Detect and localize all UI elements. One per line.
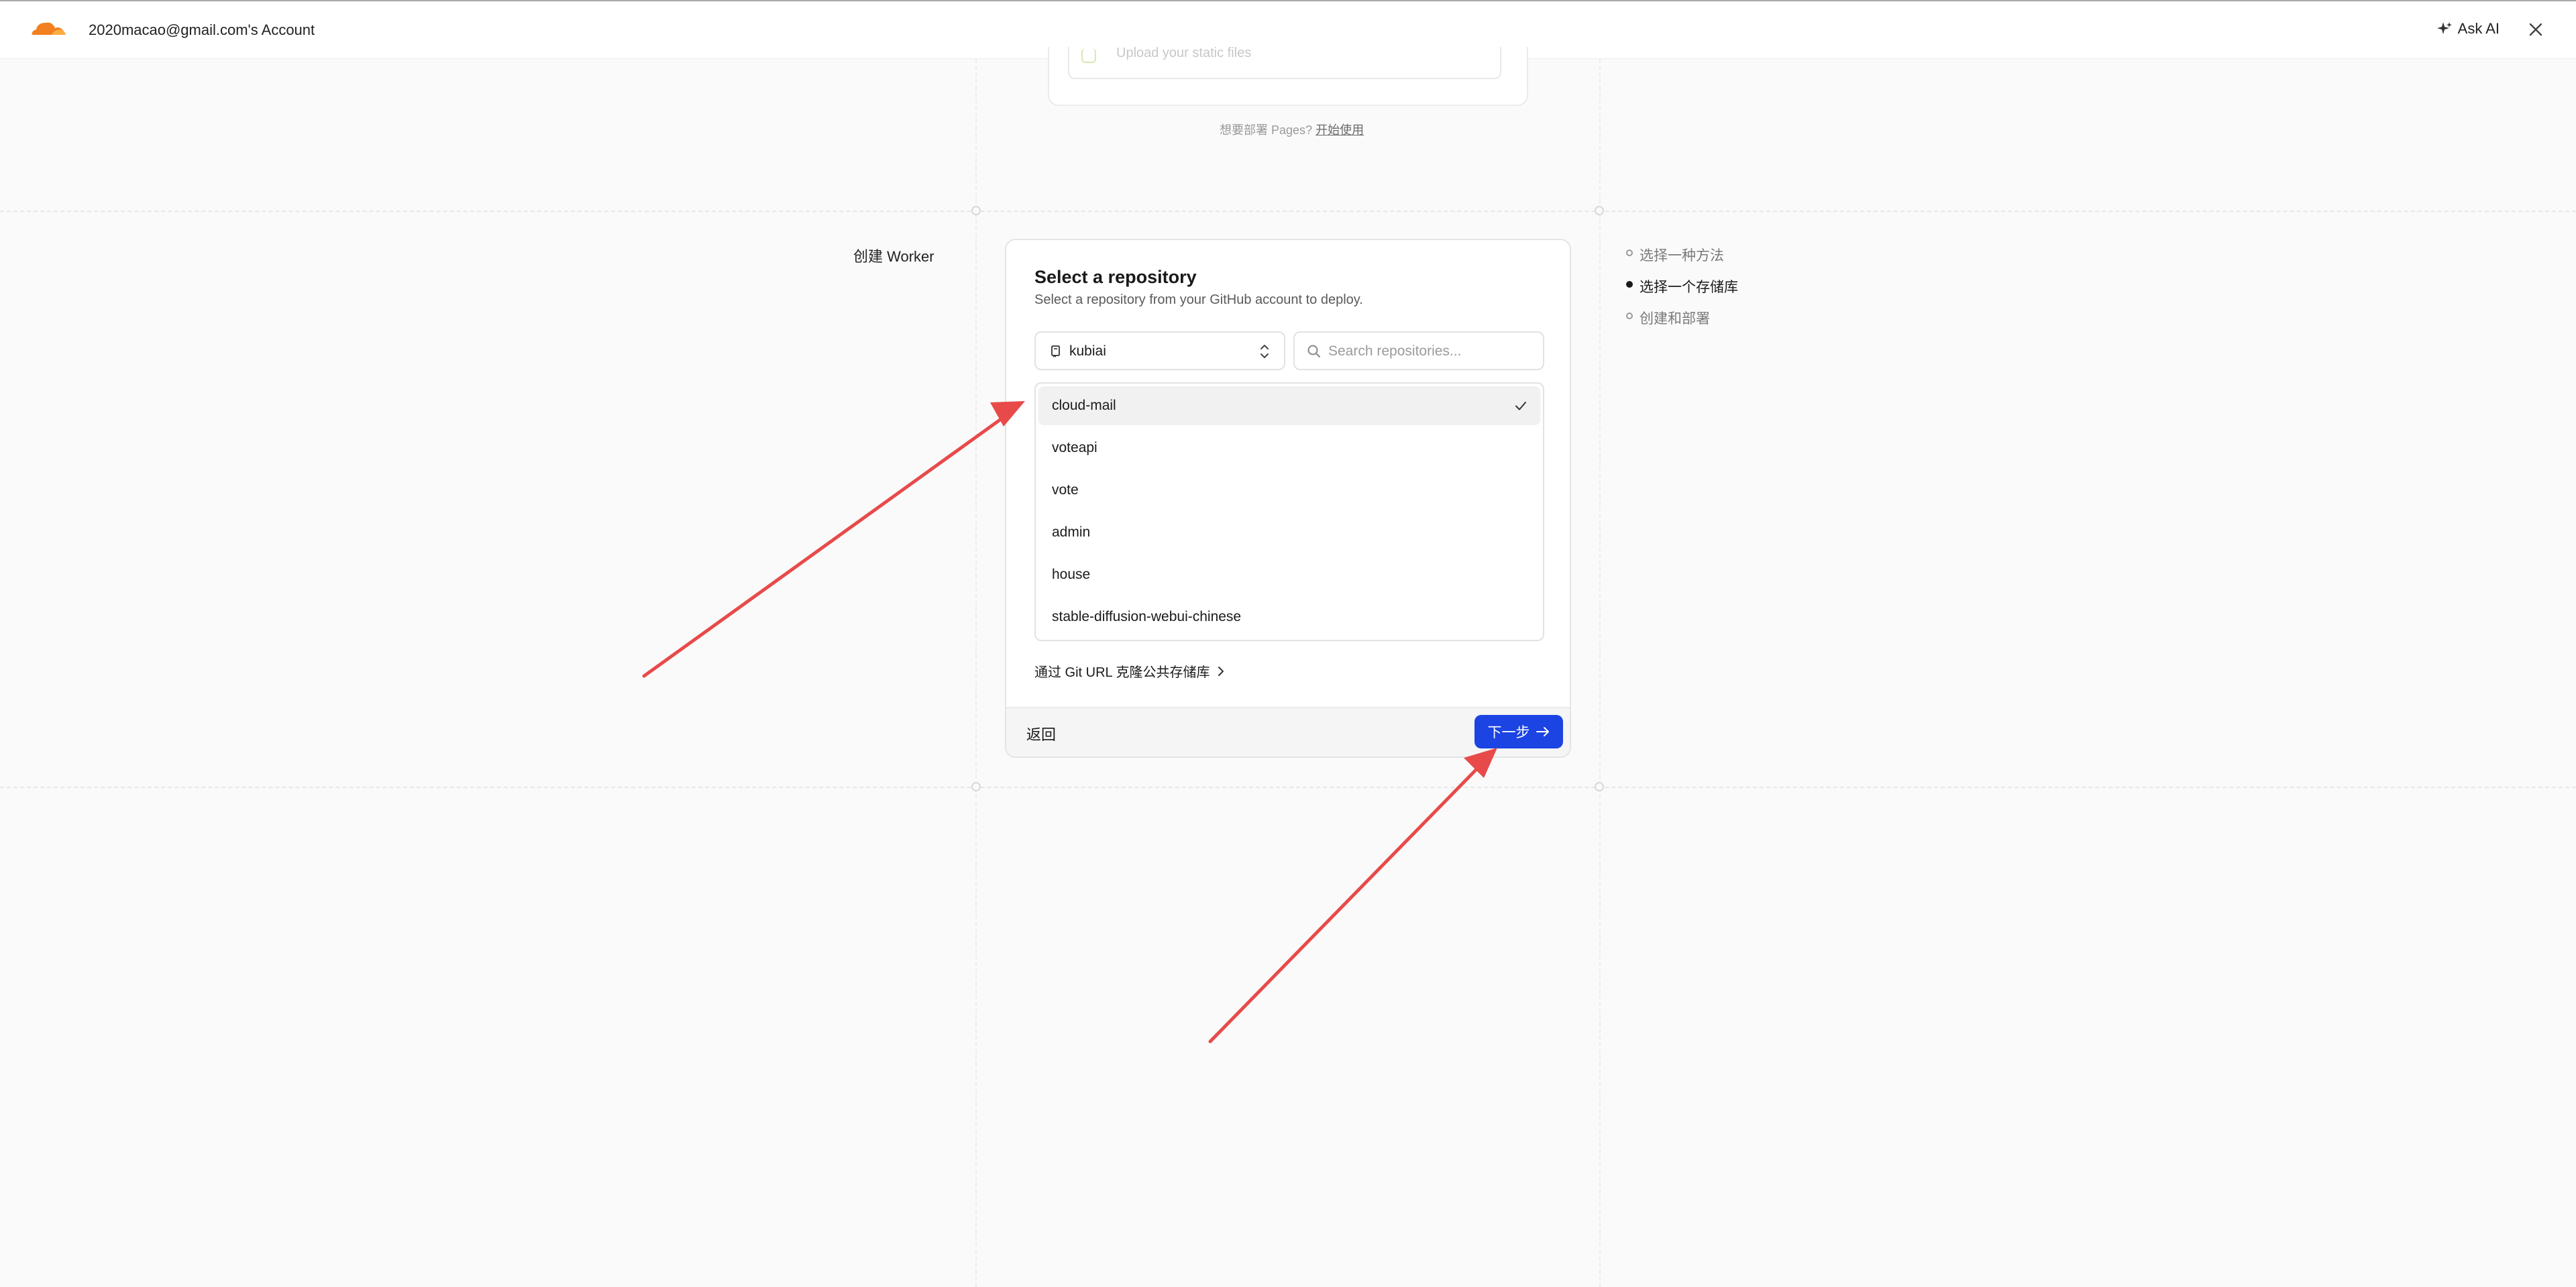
repository-item[interactable]: house [1038, 555, 1540, 594]
upload-text: Upload your static files [1116, 46, 1252, 60]
clone-link-label: 通过 Git URL 克隆公共存储库 [1034, 665, 1210, 680]
step-item: 选择一种方法 [1626, 245, 1738, 276]
upload-card: Upload your static files [1048, 46, 1528, 106]
check-icon [1515, 402, 1526, 410]
upload-icon [1081, 48, 1096, 63]
select-repository-card: Select a repository Select a repository … [1005, 239, 1571, 758]
pages-get-started-link[interactable]: 开始使用 [1316, 123, 1364, 137]
repository-item[interactable]: vote [1038, 471, 1540, 510]
step-label: 选择一个存储库 [1640, 280, 1738, 295]
repository-name: admin [1052, 524, 1091, 540]
next-button-label: 下一步 [1487, 725, 1530, 740]
repository-item[interactable]: cloud-mail [1038, 386, 1540, 425]
search-icon [1307, 345, 1320, 357]
git-repo-icon [1051, 345, 1060, 357]
repository-name: cloud-mail [1052, 398, 1116, 413]
chevron-up-down-icon [1260, 345, 1269, 358]
guide-line [0, 787, 2576, 788]
step-label: 选择一种方法 [1640, 248, 1724, 264]
account-name[interactable]: 2020macao@gmail.com's Account [89, 21, 315, 39]
step-item: 创建和部署 [1626, 308, 1738, 339]
section-title: 创建 Worker [853, 248, 934, 265]
guide-line [975, 59, 977, 1287]
chevron-right-icon [1218, 666, 1224, 676]
upload-option[interactable]: Upload your static files [1068, 46, 1501, 79]
guide-corner [971, 206, 981, 215]
annotation-arrow [642, 401, 1025, 678]
back-button[interactable]: 返回 [1026, 723, 1056, 744]
ask-ai-button[interactable]: Ask AI [2436, 20, 2500, 38]
clone-git-url-link[interactable]: 通过 Git URL 克隆公共存储库 [1034, 661, 1225, 681]
search-input[interactable] [1328, 339, 1536, 363]
pages-hint-text: 想要部署 Pages? [1220, 123, 1313, 137]
card-subtitle: Select a repository from your GitHub acc… [1034, 292, 1363, 307]
annotation-arrow [1208, 748, 1497, 1044]
page: 2020macao@gmail.com's Account Ask AI Upl… [0, 0, 2576, 1287]
progress-steps: 选择一种方法 选择一个存储库 创建和部署 [1626, 245, 1738, 339]
step-bullet [1626, 313, 1633, 319]
step-item: 选择一个存储库 [1626, 276, 1738, 308]
step-bullet [1626, 249, 1633, 256]
card-title: Select a repository [1034, 267, 1197, 287]
cloudflare-logo-icon[interactable] [28, 17, 67, 39]
step-label: 创建和部署 [1640, 311, 1710, 327]
guide-corner [1595, 206, 1604, 215]
guide-corner [1595, 782, 1604, 791]
account-select-value: kubiai [1069, 343, 1106, 359]
repository-search [1293, 331, 1544, 370]
repository-list: cloud-mail voteapi vote admin house stab… [1034, 382, 1544, 641]
repository-name: house [1052, 567, 1091, 582]
guide-line [1599, 59, 1601, 1287]
close-icon[interactable] [2526, 20, 2545, 39]
account-select[interactable]: kubiai [1034, 331, 1285, 370]
sparkle-icon [2436, 22, 2452, 34]
repository-item[interactable]: voteapi [1038, 429, 1540, 467]
card-footer: 返回 下一步 [1006, 707, 1570, 757]
guide-line [0, 211, 2576, 212]
pages-hint: 想要部署 Pages? 开始使用 [1220, 121, 1364, 138]
repository-item[interactable]: stable-diffusion-webui-chinese [1038, 598, 1540, 636]
repository-name: voteapi [1052, 440, 1097, 455]
repository-name: vote [1052, 482, 1079, 498]
ask-ai-label: Ask AI [2457, 20, 2500, 37]
next-button[interactable]: 下一步 [1474, 715, 1563, 748]
repository-name: stable-diffusion-webui-chinese [1052, 609, 1242, 624]
arrow-right-icon [1536, 727, 1549, 736]
guide-corner [971, 782, 981, 791]
repository-item[interactable]: admin [1038, 513, 1540, 552]
step-bullet [1626, 281, 1633, 288]
